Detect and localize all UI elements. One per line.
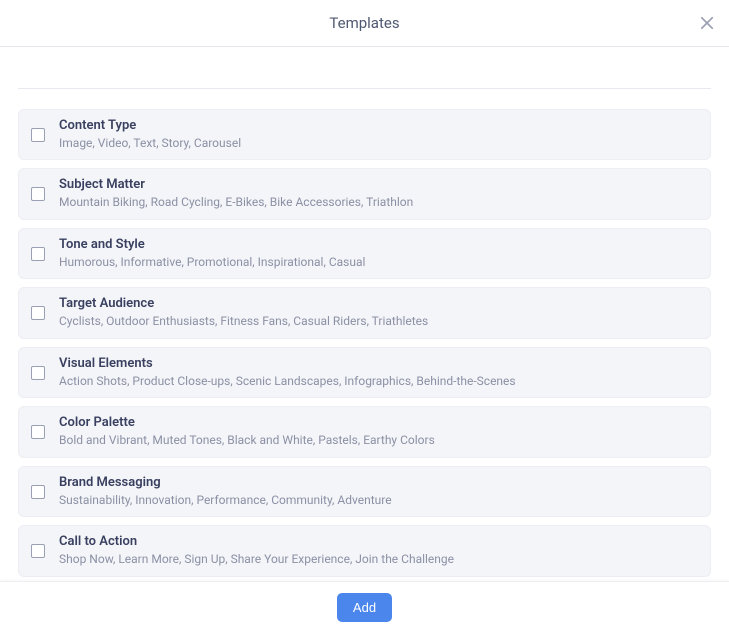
- templates-modal: Templates Content TypeImage, Video, Text…: [0, 0, 729, 633]
- template-title: Tone and Style: [59, 237, 365, 254]
- template-text: Content TypeImage, Video, Text, Story, C…: [59, 118, 241, 151]
- template-title: Subject Matter: [59, 177, 413, 194]
- template-text: Tone and StyleHumorous, Informative, Pro…: [59, 237, 365, 270]
- template-checkbox[interactable]: [31, 247, 45, 261]
- template-checkbox[interactable]: [31, 366, 45, 380]
- template-desc: Shop Now, Learn More, Sign Up, Share You…: [59, 552, 454, 568]
- close-icon: [698, 14, 716, 32]
- modal-header: Templates: [0, 0, 729, 47]
- modal-footer: Add: [0, 581, 729, 633]
- template-checkbox[interactable]: [31, 485, 45, 499]
- template-text: Color PaletteBold and Vibrant, Muted Ton…: [59, 415, 435, 448]
- template-title: Color Palette: [59, 415, 435, 432]
- template-item[interactable]: Content TypeImage, Video, Text, Story, C…: [18, 109, 711, 160]
- template-list: Content TypeImage, Video, Text, Story, C…: [18, 109, 711, 577]
- template-desc: Humorous, Informative, Promotional, Insp…: [59, 255, 365, 271]
- template-item[interactable]: Call to ActionShop Now, Learn More, Sign…: [18, 525, 711, 576]
- template-item[interactable]: Tone and StyleHumorous, Informative, Pro…: [18, 228, 711, 279]
- template-text: Subject MatterMountain Biking, Road Cycl…: [59, 177, 413, 210]
- template-checkbox[interactable]: [31, 425, 45, 439]
- divider-top: [18, 47, 711, 89]
- template-desc: Cyclists, Outdoor Enthusiasts, Fitness F…: [59, 314, 428, 330]
- template-text: Target AudienceCyclists, Outdoor Enthusi…: [59, 296, 428, 329]
- modal-title: Templates: [329, 14, 399, 32]
- template-text: Visual ElementsAction Shots, Product Clo…: [59, 356, 516, 389]
- template-item[interactable]: Brand MessagingSustainability, Innovatio…: [18, 466, 711, 517]
- template-item[interactable]: Color PaletteBold and Vibrant, Muted Ton…: [18, 406, 711, 457]
- template-desc: Mountain Biking, Road Cycling, E-Bikes, …: [59, 195, 413, 211]
- template-checkbox[interactable]: [31, 187, 45, 201]
- template-checkbox[interactable]: [31, 306, 45, 320]
- template-desc: Bold and Vibrant, Muted Tones, Black and…: [59, 433, 435, 449]
- template-title: Brand Messaging: [59, 475, 392, 492]
- template-desc: Action Shots, Product Close-ups, Scenic …: [59, 374, 516, 390]
- close-button[interactable]: [693, 9, 721, 37]
- template-item[interactable]: Target AudienceCyclists, Outdoor Enthusi…: [18, 287, 711, 338]
- template-item[interactable]: Visual ElementsAction Shots, Product Clo…: [18, 347, 711, 398]
- template-title: Content Type: [59, 118, 241, 135]
- template-title: Visual Elements: [59, 356, 516, 373]
- template-title: Target Audience: [59, 296, 428, 313]
- template-desc: Image, Video, Text, Story, Carousel: [59, 136, 241, 152]
- template-item[interactable]: Subject MatterMountain Biking, Road Cycl…: [18, 168, 711, 219]
- template-text: Brand MessagingSustainability, Innovatio…: [59, 475, 392, 508]
- template-checkbox[interactable]: [31, 128, 45, 142]
- modal-body: Content TypeImage, Video, Text, Story, C…: [0, 47, 729, 581]
- template-title: Call to Action: [59, 534, 454, 551]
- template-desc: Sustainability, Innovation, Performance,…: [59, 493, 392, 509]
- template-checkbox[interactable]: [31, 544, 45, 558]
- template-text: Call to ActionShop Now, Learn More, Sign…: [59, 534, 454, 567]
- add-button[interactable]: Add: [337, 593, 392, 622]
